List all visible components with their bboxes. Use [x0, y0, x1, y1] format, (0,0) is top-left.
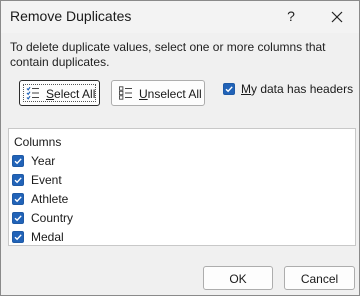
columns-list: Columns Year Event Athlete Country Medal — [8, 128, 356, 246]
unselect-all-button[interactable]: Unselect All — [111, 80, 205, 106]
column-label: Country — [31, 211, 74, 225]
column-checkbox[interactable] — [12, 193, 24, 205]
select-all-label-rest: elect All — [54, 87, 96, 101]
ok-button[interactable]: OK — [203, 266, 273, 290]
checkmark-icon — [14, 196, 22, 203]
instructions-text: To delete duplicate values, select one o… — [10, 40, 326, 69]
column-label: Medal — [31, 230, 64, 244]
select-all-label: Select All — [46, 87, 95, 101]
checkmark-icon — [14, 234, 22, 241]
headers-label-rest: y data has headers — [251, 82, 354, 96]
select-all-button[interactable]: Select All — [19, 80, 100, 106]
column-label: Event — [31, 173, 62, 187]
checkmark-icon — [14, 158, 22, 165]
select-all-icon — [26, 86, 40, 100]
my-data-has-headers-checkbox[interactable] — [223, 83, 235, 95]
column-checkbox[interactable] — [12, 155, 24, 167]
cancel-button[interactable]: Cancel — [284, 266, 355, 290]
title-bar: Remove Duplicates ? — [1, 1, 359, 33]
headers-accelerator: M — [241, 82, 251, 96]
unselect-all-label-rest: nselect All — [147, 87, 202, 101]
column-checkbox[interactable] — [12, 174, 24, 186]
column-label: Year — [31, 154, 56, 168]
columns-header: Columns — [14, 135, 62, 149]
column-checkbox[interactable] — [12, 212, 24, 224]
unselect-all-accelerator: U — [139, 87, 148, 101]
ok-label: OK — [229, 272, 247, 286]
unselect-all-icon — [119, 86, 133, 100]
checkmark-icon — [14, 177, 22, 184]
close-icon[interactable] — [327, 7, 347, 27]
checkmark-icon — [225, 86, 233, 93]
checkmark-icon — [14, 215, 22, 222]
cancel-label: Cancel — [300, 272, 339, 286]
unselect-all-label: Unselect All — [139, 87, 202, 101]
column-label: Athlete — [31, 192, 69, 206]
help-button[interactable]: ? — [284, 6, 298, 26]
column-checkbox[interactable] — [12, 231, 24, 243]
my-data-has-headers-label[interactable]: My data has headers — [241, 82, 353, 96]
dialog-title: Remove Duplicates — [10, 8, 132, 24]
remove-duplicates-dialog: Remove Duplicates ? To delete duplicate … — [0, 0, 360, 296]
select-all-accelerator: S — [46, 87, 55, 101]
